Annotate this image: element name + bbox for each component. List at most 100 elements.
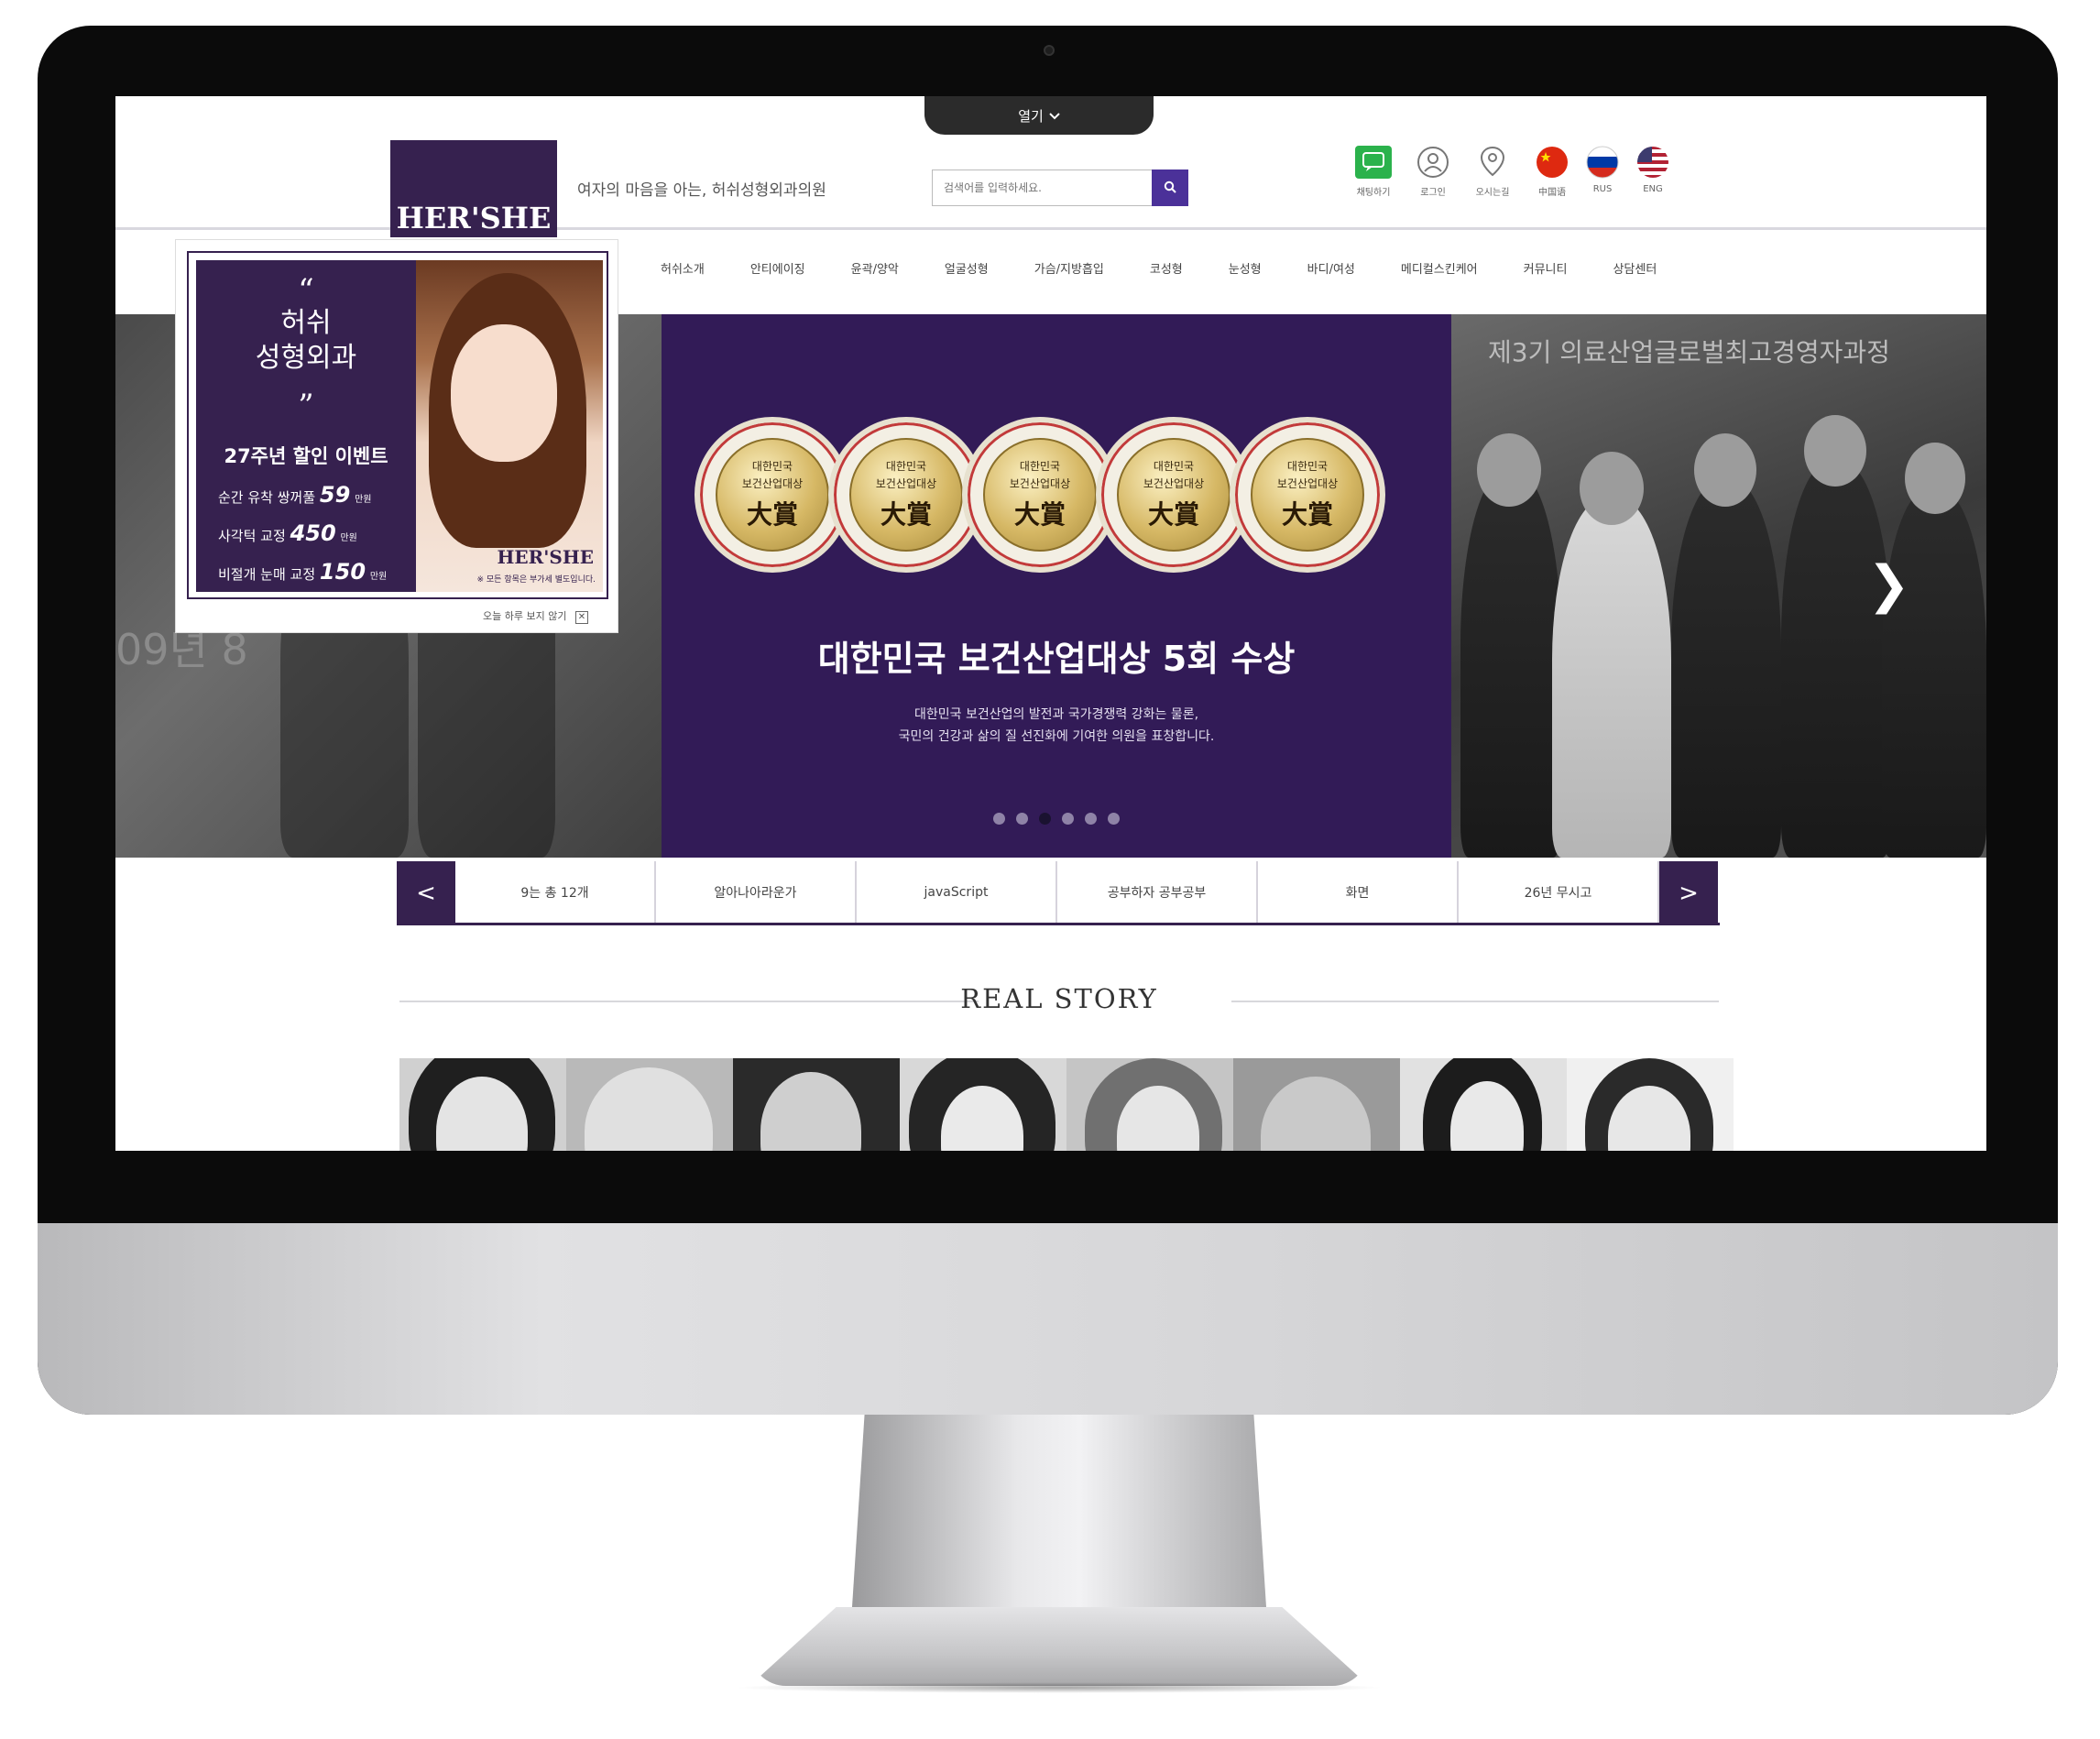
- tabs-next-button[interactable]: >: [1659, 861, 1718, 925]
- slider-dot[interactable]: [993, 813, 1005, 825]
- utility-label: RUS: [1592, 184, 1613, 194]
- section-title: REAL STORY: [960, 983, 1158, 1014]
- utility-chat[interactable]: 채팅하기: [1347, 144, 1400, 198]
- popup-name-line: 성형외과: [255, 342, 357, 374]
- slider-dot-active[interactable]: [1039, 813, 1051, 825]
- popup-close-label: 오늘 하루 보지 않기: [483, 610, 567, 622]
- popup-offer: 사각턱 교정 450 만원: [218, 520, 357, 546]
- content-tab[interactable]: 화면: [1258, 861, 1459, 923]
- slider-dot[interactable]: [1108, 813, 1120, 825]
- utility-label: 로그인: [1420, 188, 1446, 198]
- award-medal: 대한민국 보건산업대상 大賞: [695, 417, 850, 573]
- story-thumbnail[interactable]: [900, 1058, 1066, 1151]
- site-tagline: 여자의 마음을 아는, 허쉬성형외과의원: [577, 181, 826, 200]
- award-medal: 대한민국 보건산업대상 大賞: [962, 417, 1118, 573]
- utility-label: 채팅하기: [1356, 188, 1391, 198]
- nav-item[interactable]: 상담센터: [1590, 259, 1679, 277]
- hero-desc-line: 대한민국 보건산업의 발전과 국가경쟁력 강화는 물론,: [913, 707, 1199, 722]
- monitor-base: [749, 1607, 1369, 1686]
- popup-name-line: 허쉬: [280, 307, 332, 339]
- chevron-right-icon: >: [1679, 880, 1699, 907]
- popup-text-panel: “ 허쉬 성형외과 ” 27주년 할인 이벤트 순간 유착 쌍꺼풀 59 만원 …: [196, 260, 416, 592]
- slider-dot[interactable]: [1016, 813, 1028, 825]
- story-thumbnail[interactable]: [1567, 1058, 1734, 1151]
- popup-model-photo: HER'SHE ※ 모든 항목은 부가세 별도입니다.: [416, 260, 603, 592]
- open-toggle-label: 열기: [1018, 107, 1044, 125]
- chevron-down-icon: [1049, 107, 1060, 124]
- nav-item[interactable]: 가슴/지방흡입: [1012, 259, 1127, 277]
- content-tab[interactable]: javaScript: [857, 861, 1057, 923]
- search-icon: [1164, 180, 1176, 197]
- utility-label: 오시는길: [1475, 188, 1510, 198]
- browser-viewport: 열기 HER'SHE 여자의 마음을 아는, 허쉬성형외과의원 채팅하기 로그인: [115, 96, 1986, 1151]
- real-story-gallery: [399, 1058, 1737, 1151]
- utility-china[interactable]: 中国语: [1526, 144, 1579, 198]
- hero-right-text: 제3기 의료산업글로벌최고경영자과정: [1488, 337, 1890, 367]
- content-tab[interactable]: 26년 무시고: [1459, 861, 1659, 923]
- open-toggle-button[interactable]: 열기: [924, 96, 1154, 135]
- logo-text: HER'SHE: [396, 201, 552, 235]
- chevron-right-icon: ❯: [1867, 555, 1910, 615]
- popup-brand-sub: ※ 모든 항목은 부가세 별도입니다.: [476, 575, 596, 585]
- popup-offer: 비절개 눈매 교정 150 만원: [218, 559, 388, 585]
- popup-event-title: 27주년 할인 이벤트: [224, 445, 388, 467]
- story-thumbnail[interactable]: [1066, 1058, 1233, 1151]
- russia-flag-icon: [1584, 144, 1621, 180]
- utility-label: ENG: [1643, 184, 1663, 194]
- utility-login[interactable]: 로그인: [1406, 144, 1460, 198]
- location-pin-icon: [1474, 144, 1511, 180]
- popup-brand: HER'SHE: [497, 546, 594, 568]
- story-thumbnail[interactable]: [399, 1058, 566, 1151]
- content-tabs: < 9는 총 12개 알아나아라운가 javaScript 공부하자 공부공부 …: [397, 861, 1720, 925]
- chat-icon: [1355, 144, 1392, 180]
- popup-offer: 순간 유착 쌍꺼풀 59 만원: [218, 482, 372, 508]
- search-input[interactable]: [933, 170, 1149, 205]
- tabs-prev-button[interactable]: <: [397, 861, 455, 925]
- story-thumbnail[interactable]: [1400, 1058, 1567, 1151]
- utility-label: 中国语: [1538, 188, 1566, 198]
- hero-description: 대한민국 보건산업의 발전과 국가경쟁력 강화는 물론, 국민의 건강과 삶의 …: [662, 704, 1451, 748]
- content-tab[interactable]: 알아나아라운가: [656, 861, 857, 923]
- nav-item[interactable]: 눈성형: [1206, 259, 1285, 277]
- nav-item[interactable]: 윤곽/양악: [828, 259, 922, 277]
- china-flag-icon: [1534, 144, 1570, 180]
- utility-location[interactable]: 오시는길: [1466, 144, 1519, 198]
- utility-russia[interactable]: RUS: [1576, 144, 1629, 194]
- close-icon[interactable]: ✕: [575, 611, 588, 624]
- slider-dot[interactable]: [1062, 813, 1074, 825]
- award-medal: 대한민국 보건산업대상 大賞: [828, 417, 984, 573]
- chevron-left-icon: <: [416, 880, 436, 907]
- real-story-header: REAL STORY: [399, 983, 1719, 1020]
- hero-active-slide: 대한민국 보건산업대상 大賞 대한민국 보건산업대상 大賞 대한민국 보건산업대상 大賞 대…: [662, 314, 1451, 858]
- site-logo[interactable]: HER'SHE: [390, 140, 557, 237]
- story-thumbnail[interactable]: [733, 1058, 900, 1151]
- nav-item[interactable]: 바디/여성: [1285, 259, 1378, 277]
- popup-banner[interactable]: “ 허쉬 성형외과 ” 27주년 할인 이벤트 순간 유착 쌍꺼풀 59 만원 …: [187, 251, 608, 599]
- award-medal: 대한민국 보건산업대상 大賞: [1230, 417, 1385, 573]
- search-box: [932, 170, 1188, 206]
- hero-desc-line: 국민의 건강과 삶의 질 선진화에 기여한 의원을 표창합니다.: [898, 729, 1215, 744]
- slider-dots: [662, 813, 1451, 825]
- main-nav: 허쉬소개 안티에이징 윤곽/양악 얼굴성형 가슴/지방흡입 코성형 눈성형 바디…: [638, 259, 1679, 277]
- slider-dot[interactable]: [1085, 813, 1097, 825]
- slider-next-button[interactable]: ❯: [1867, 560, 1910, 615]
- nav-item[interactable]: 메디컬스킨케어: [1378, 259, 1501, 277]
- search-button[interactable]: [1152, 170, 1188, 206]
- story-thumbnail[interactable]: [566, 1058, 733, 1151]
- nav-item[interactable]: 얼굴성형: [922, 259, 1012, 277]
- nav-item[interactable]: 코성형: [1127, 259, 1206, 277]
- content-tab[interactable]: 9는 총 12개: [455, 861, 656, 923]
- hero-title: 대한민국 보건산업대상 5회 수상: [817, 639, 1296, 679]
- popup-close-today[interactable]: 오늘 하루 보지 않기 ✕: [176, 608, 618, 624]
- quote-close-icon: ”: [298, 388, 314, 424]
- event-popup: “ 허쉬 성형외과 ” 27주년 할인 이벤트 순간 유착 쌍꺼풀 59 만원 …: [175, 239, 618, 633]
- nav-item[interactable]: 안티에이징: [727, 259, 828, 277]
- user-icon: [1415, 144, 1451, 180]
- utility-english[interactable]: ENG: [1626, 144, 1679, 194]
- usa-flag-icon: [1635, 144, 1671, 180]
- story-thumbnail[interactable]: [1233, 1058, 1400, 1151]
- quote-open-icon: “: [298, 272, 314, 309]
- nav-item[interactable]: 허쉬소개: [638, 259, 727, 277]
- content-tab[interactable]: 공부하자 공부공부: [1057, 861, 1258, 923]
- nav-item[interactable]: 커뮤니티: [1501, 259, 1591, 277]
